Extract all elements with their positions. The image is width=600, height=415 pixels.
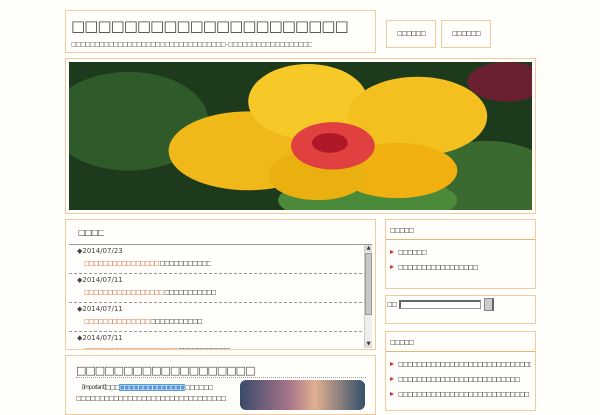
news-text: □□□□□□□□□□□ bbox=[178, 347, 229, 349]
news-item: ◆2014/07/11 □□□□□□□□□□□□□□□□□□□□ □□□□□□□□… bbox=[69, 332, 362, 349]
sidebar-title: □□□□□ bbox=[386, 220, 535, 240]
sidebar-link[interactable]: □□□□□□□□□□□□□□□□□□□□□□□□□□ bbox=[390, 376, 531, 383]
news-item: ◆2014/07/11 □□□□□□□□□□□□□□ □□□□□□□□□□□ bbox=[69, 303, 362, 332]
search-button[interactable] bbox=[484, 298, 494, 311]
search-label: □□: bbox=[387, 301, 398, 308]
site-title[interactable]: □□□□□□□□□□□□□□□□□□□□□ bbox=[71, 17, 348, 35]
sidebar-links: □□□□□ □□□□□□□□□□□□□□□□□□□□□□□□□□□□ □□□□□□… bbox=[385, 331, 536, 411]
news-item: ◆2014/07/11 □□□□□□□□□□□□□□□□□ □□□□□□□□□□□ bbox=[69, 274, 362, 303]
news-link[interactable]: □□□□□□□□□□□□□□□□ bbox=[84, 260, 160, 267]
sidebar-link[interactable]: □□□□□□□□□□□□□□□□□□□□□□□□□□□□ bbox=[390, 391, 531, 398]
article-text: [important]□□□ bbox=[82, 384, 120, 391]
news-date: ◆2014/07/11 bbox=[77, 305, 123, 313]
news-date: ◆2014/07/23 bbox=[77, 247, 123, 255]
article-text: □□□□□□ bbox=[184, 384, 213, 391]
scroll-down-icon[interactable]: ▼ bbox=[365, 341, 372, 348]
news-link[interactable]: □□□□□□□□□□□□□□□□□□□□ bbox=[84, 347, 178, 349]
sidebar-link[interactable]: □□□□□□□□□□□□□□□□□□□□□□□□□□□□□□□□□□□□□□□□… bbox=[390, 361, 531, 368]
news-date: ◆2014/07/11 bbox=[77, 276, 123, 284]
search-input[interactable] bbox=[399, 300, 481, 309]
news-text: □□□□□□□□□□□ bbox=[164, 289, 216, 296]
scrollbar-thumb[interactable] bbox=[365, 253, 372, 315]
search-panel: □□: bbox=[385, 295, 536, 324]
news-scrollbar[interactable]: ▲ ▼ bbox=[364, 245, 372, 348]
news-list: ◆2014/07/23 □□□□□□□□□□□□□□□□ □□□□□□□□□□□ … bbox=[69, 245, 362, 349]
scroll-up-icon[interactable]: ▲ bbox=[365, 245, 372, 252]
site-description: □□□□□□□□□□□□□□□□□□□□□□□□□□□□□□□□□ - □□□□… bbox=[71, 41, 313, 48]
sidebar-link[interactable]: □□□□□□ bbox=[390, 249, 531, 256]
news-item: ◆2014/07/23 □□□□□□□□□□□□□□□□ □□□□□□□□□□□ bbox=[69, 245, 362, 274]
news-text: □□□□□□□□□□□ bbox=[159, 260, 211, 267]
news-title: □□□□ bbox=[78, 228, 105, 237]
sidebar-link[interactable]: □□□□□□□□□□□□□□□□□ bbox=[390, 264, 531, 271]
sidebar-title: □□□□□ bbox=[386, 332, 535, 352]
news-text: □□□□□□□□□□□ bbox=[150, 318, 202, 325]
article-title[interactable]: □□□□□□□□□□□□□□□□□□□ bbox=[76, 364, 366, 378]
site-header: □□□□□□□□□□□□□□□□□□□□□ □□□□□□□□□□□□□□□□□□… bbox=[65, 10, 376, 53]
sidebar-menu: □□□□□ □□□□□□ □□□□□□□□□□□□□□□□□ bbox=[385, 219, 536, 289]
news-link[interactable]: □□□□□□□□□□□□□□ bbox=[84, 318, 150, 325]
hero-image bbox=[65, 58, 536, 214]
hibiscus-flower-image bbox=[69, 62, 532, 210]
news-date: ◆2014/07/11 bbox=[77, 334, 123, 342]
article-photo bbox=[240, 380, 365, 410]
nav-button-2[interactable]: □□□□□□ bbox=[441, 20, 491, 48]
nav-button-1[interactable]: □□□□□□ bbox=[386, 20, 436, 48]
news-link[interactable]: □□□□□□□□□□□□□□□□□ bbox=[84, 289, 164, 296]
highlighted-text: □□□□□□□□□□□□□□ bbox=[119, 384, 186, 391]
news-panel: □□□□ ◆2014/07/23 □□□□□□□□□□□□□□□□ □□□□□□□… bbox=[65, 219, 376, 350]
article-text: □□□□□□□□□□□□□□□□□□□□□□□□□□□□□□□□□□□□□□□□… bbox=[76, 395, 226, 402]
